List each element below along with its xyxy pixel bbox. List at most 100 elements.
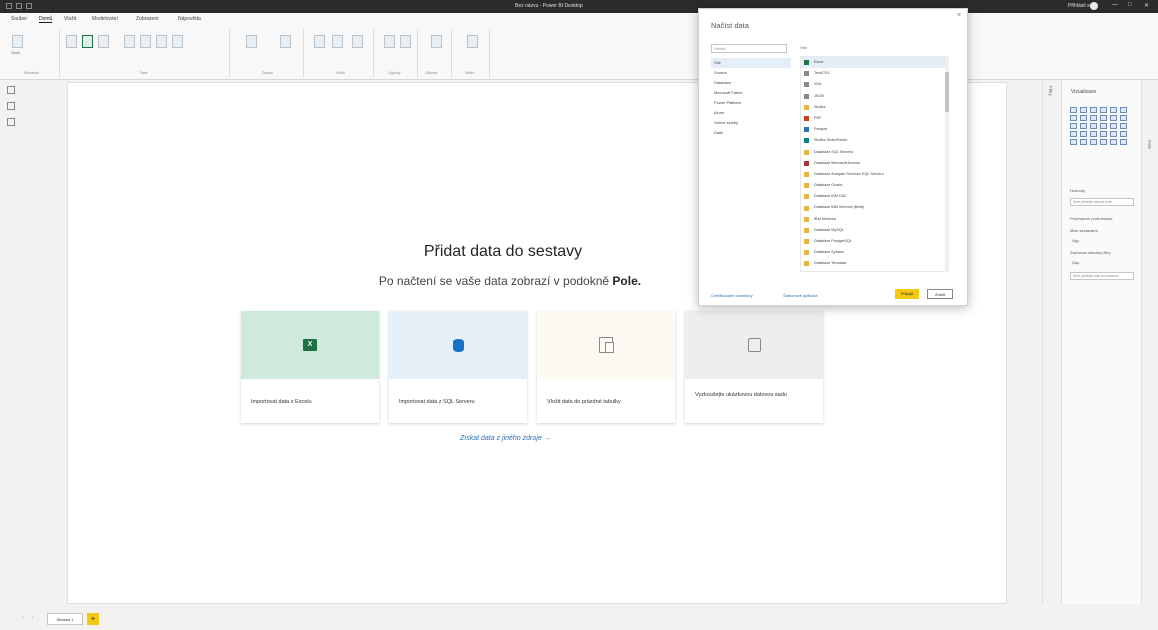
- matrix-icon[interactable]: [1100, 131, 1107, 137]
- kpi-icon[interactable]: [1070, 131, 1077, 137]
- certified-connectors-link[interactable]: Certifikované konektory: [711, 293, 753, 298]
- category-item[interactable]: Další: [711, 128, 791, 138]
- import-excel-card[interactable]: X Importovat data z Excelu: [241, 311, 379, 423]
- sample-dataset-card[interactable]: Vyzkoušejte ukázkovou datovou sadu: [685, 311, 823, 423]
- tab-modeling[interactable]: Modelování: [92, 16, 118, 22]
- category-item[interactable]: Databáze: [711, 78, 791, 88]
- connector-item[interactable]: Databáze Sybase: [801, 247, 947, 258]
- category-item[interactable]: Azure: [711, 108, 791, 118]
- category-item[interactable]: Soubor: [711, 68, 791, 78]
- category-item[interactable]: Microsoft Fabric: [711, 88, 791, 98]
- funnel-icon[interactable]: [1100, 115, 1107, 121]
- line-chart-icon[interactable]: [1110, 107, 1117, 113]
- sql-server-icon[interactable]: [124, 35, 135, 48]
- excel-icon[interactable]: [82, 35, 93, 48]
- undo-icon[interactable]: [16, 3, 22, 9]
- connector-item[interactable]: Databáze Microsoft Access: [801, 158, 947, 169]
- redo-icon[interactable]: [26, 3, 32, 9]
- tab-home[interactable]: Domů: [39, 16, 53, 23]
- slicer-icon[interactable]: [1080, 131, 1087, 137]
- sensitivity-icon[interactable]: [431, 35, 442, 48]
- narrative-icon[interactable]: [1100, 139, 1107, 145]
- table-view-icon[interactable]: [7, 102, 15, 110]
- dataverse-icon[interactable]: [156, 35, 167, 48]
- cancel-button[interactable]: Zrušit: [927, 289, 953, 299]
- filters-pane[interactable]: Filtry: [1042, 80, 1060, 604]
- transform-data-icon[interactable]: [246, 35, 257, 48]
- keep-filters-toggle[interactable]: Zap.: [1072, 260, 1080, 265]
- data-hub-icon[interactable]: [98, 35, 109, 48]
- key-influencers-icon[interactable]: [1070, 139, 1077, 145]
- stacked-bar-icon[interactable]: [1070, 107, 1077, 113]
- quick-measure-icon[interactable]: [400, 35, 411, 48]
- get-data-icon[interactable]: [66, 35, 77, 48]
- connector-item[interactable]: Text/CSV: [801, 68, 947, 79]
- connector-item[interactable]: Složka SharePointu: [801, 135, 947, 146]
- waterfall-icon[interactable]: [1090, 115, 1097, 121]
- paste-label[interactable]: Vložit: [11, 51, 20, 55]
- values-well[interactable]: Sem přidejte datová pole: [1070, 198, 1134, 206]
- close-icon[interactable]: ×: [957, 12, 961, 19]
- more-visuals-icon[interactable]: [1120, 139, 1127, 145]
- prev-page-icon[interactable]: ‹: [22, 615, 24, 621]
- tab-help[interactable]: Nápověda: [178, 16, 201, 22]
- search-input[interactable]: Hledat: [711, 44, 787, 53]
- connector-item[interactable]: Databáze IBM Db2: [801, 191, 947, 202]
- connector-item[interactable]: Databáze Oracle: [801, 180, 947, 191]
- close-button[interactable]: ✕: [1144, 2, 1149, 9]
- connector-item[interactable]: Excel: [801, 57, 947, 69]
- add-page-button[interactable]: +: [87, 613, 99, 625]
- tab-insert[interactable]: Vložit: [64, 16, 76, 22]
- table-icon[interactable]: [1090, 131, 1097, 137]
- category-item[interactable]: Online služby: [711, 118, 791, 128]
- scrollbar-thumb[interactable]: [945, 72, 949, 112]
- save-icon[interactable]: [6, 3, 12, 9]
- connector-item[interactable]: JSON: [801, 91, 947, 102]
- category-item[interactable]: Power Platform: [711, 98, 791, 108]
- text-box-icon[interactable]: [332, 35, 343, 48]
- next-page-icon[interactable]: ›: [32, 615, 34, 621]
- gauge-icon[interactable]: [1110, 123, 1117, 129]
- fields-pane[interactable]: Pole: [1141, 80, 1158, 604]
- ribbon-chart-icon[interactable]: [1080, 115, 1087, 121]
- treemap-icon[interactable]: [1080, 123, 1087, 129]
- connector-item[interactable]: Databáze Analysis Services SQL Serveru: [801, 169, 947, 180]
- list-scrollbar[interactable]: [945, 58, 949, 270]
- qa-icon[interactable]: [1090, 139, 1097, 145]
- decomposition-tree-icon[interactable]: [1080, 139, 1087, 145]
- connector-item[interactable]: Databáze MySQL: [801, 225, 947, 236]
- scatter-icon[interactable]: [1110, 115, 1117, 121]
- connector-item[interactable]: Databáze PostgreSQL: [801, 236, 947, 247]
- publish-icon[interactable]: [467, 35, 478, 48]
- card-icon[interactable]: [1120, 123, 1127, 129]
- clustered-column-icon[interactable]: [1100, 107, 1107, 113]
- tab-file[interactable]: Soubor: [11, 16, 27, 22]
- drillthrough-well[interactable]: Sem přidejte pole procházení: [1070, 272, 1134, 280]
- sign-in-link[interactable]: Přihlásit se: [1068, 3, 1092, 9]
- new-visual-icon[interactable]: [314, 35, 325, 48]
- stacked-column-icon[interactable]: [1080, 107, 1087, 113]
- connector-item[interactable]: Databáze Teradata: [801, 258, 947, 269]
- paginated-icon[interactable]: [1110, 139, 1117, 145]
- combo-chart-icon[interactable]: [1070, 115, 1077, 121]
- connector-item[interactable]: PDF: [801, 113, 947, 124]
- enter-data-icon[interactable]: [140, 35, 151, 48]
- paste-data-card[interactable]: Vložit data do prázdné tabulky: [537, 311, 675, 423]
- recent-sources-icon[interactable]: [172, 35, 183, 48]
- connector-item[interactable]: IBM Netezza: [801, 214, 947, 225]
- connector-item[interactable]: Databáze SQL Serveru: [801, 147, 947, 158]
- cross-report-toggle[interactable]: Vyp.: [1072, 238, 1080, 243]
- connector-item[interactable]: Složka: [801, 102, 947, 113]
- refresh-icon[interactable]: [280, 35, 291, 48]
- paste-icon[interactable]: [12, 35, 23, 48]
- maximize-button[interactable]: □: [1128, 2, 1132, 8]
- map-icon[interactable]: [1090, 123, 1097, 129]
- page-tab[interactable]: Stránka 1: [47, 613, 83, 625]
- other-source-link[interactable]: Získat data z jiného zdroje →: [460, 435, 551, 442]
- filled-map-icon[interactable]: [1100, 123, 1107, 129]
- area-chart-icon[interactable]: [1120, 107, 1127, 113]
- clustered-bar-icon[interactable]: [1090, 107, 1097, 113]
- connector-item[interactable]: XML: [801, 79, 947, 90]
- report-view-icon[interactable]: [7, 86, 15, 94]
- pie-icon[interactable]: [1120, 115, 1127, 121]
